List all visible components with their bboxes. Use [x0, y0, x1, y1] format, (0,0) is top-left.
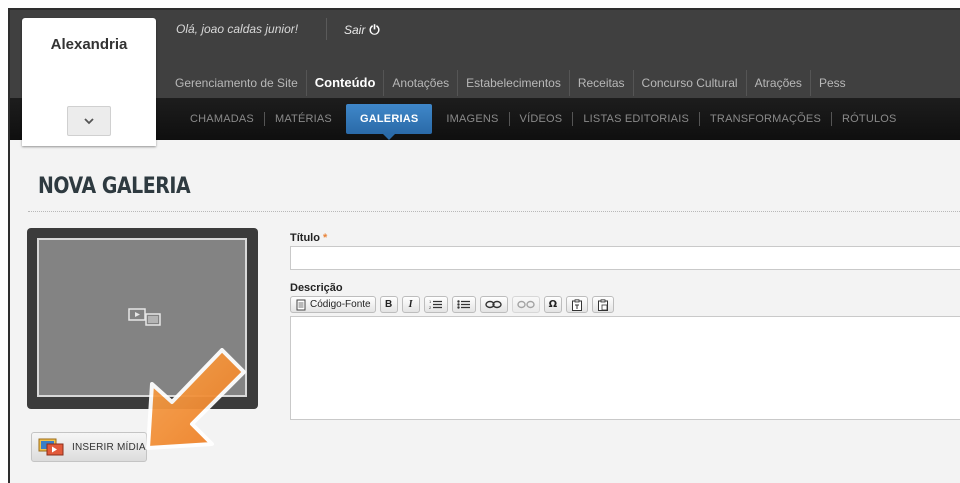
chevron-down-icon[interactable]: [67, 106, 111, 136]
main-nav-item-conteudo[interactable]: Conteúdo: [307, 70, 385, 96]
site-name: Alexandria: [50, 36, 128, 53]
main-nav-item-gerenciamento[interactable]: Gerenciamento de Site: [163, 70, 307, 96]
main-nav-item-concurso-cultural[interactable]: Concurso Cultural: [634, 70, 747, 96]
media-insert-icon: [38, 438, 64, 456]
media-preview[interactable]: [27, 228, 258, 409]
unlink-icon[interactable]: [511, 296, 540, 313]
main-nav-item-pessoas[interactable]: Pess: [811, 70, 854, 96]
sub-nav-item-transformacoes[interactable]: TRANSFORMAÇÕES: [700, 112, 832, 126]
bold-button[interactable]: B: [379, 296, 398, 313]
insert-media-label: INSERIR MÍDIA: [72, 441, 146, 453]
special-char-icon[interactable]: Ω: [543, 296, 563, 313]
title-divider: [28, 211, 960, 212]
bullet-list-icon[interactable]: [451, 296, 476, 313]
required-mark: *: [323, 232, 328, 244]
main-nav-item-receitas[interactable]: Receitas: [570, 70, 634, 96]
italic-button[interactable]: I: [401, 296, 420, 313]
document-icon: [296, 299, 306, 310]
insert-media-button[interactable]: INSERIR MÍDIA: [31, 432, 147, 462]
sub-nav-item-rotulos[interactable]: RÓTULOS: [832, 112, 907, 126]
main-nav-item-anotacoes[interactable]: Anotações: [384, 70, 459, 96]
svg-text:2: 2: [429, 305, 432, 310]
sub-nav-item-imagens[interactable]: IMAGENS: [436, 112, 510, 126]
paste-text-icon[interactable]: [566, 296, 589, 313]
link-icon[interactable]: [479, 296, 508, 313]
editor-toolbar: Código-Fonte B I 12 Ω: [290, 296, 615, 314]
header-divider: [326, 18, 327, 40]
main-nav-item-estabelecimentos[interactable]: Estabelecimentos: [458, 70, 570, 96]
description-editor[interactable]: [290, 316, 960, 420]
power-icon: ⏻: [369, 22, 380, 37]
sub-nav-item-videos[interactable]: VÍDEOS: [510, 112, 574, 126]
ordered-list-icon[interactable]: 12: [423, 296, 448, 313]
sub-nav-item-galerias[interactable]: GALERIAS: [345, 104, 433, 140]
user-greeting: Olá, joao caldas junior!: [176, 22, 299, 36]
sub-nav-item-materias[interactable]: MATÉRIAS: [265, 112, 342, 126]
media-placeholder-icon: [128, 308, 161, 326]
sub-nav-item-chamadas[interactable]: CHAMADAS: [180, 112, 265, 126]
site-selector[interactable]: Alexandria: [22, 18, 156, 146]
title-input[interactable]: [290, 246, 960, 270]
app-frame: Olá, joao caldas junior! Sair ⏻ Gerencia…: [8, 8, 960, 483]
main-nav-item-atracoes[interactable]: Atrações: [747, 70, 811, 96]
main-nav: Gerenciamento de Site Conteúdo Anotações…: [163, 70, 854, 96]
source-code-button[interactable]: Código-Fonte: [290, 296, 376, 313]
page-title: NOVA GALERIA: [38, 174, 191, 199]
svg-text:1: 1: [429, 299, 432, 304]
logout-label: Sair: [344, 23, 366, 37]
paste-word-icon[interactable]: [592, 296, 615, 313]
media-preview-inner: [37, 238, 247, 397]
logout-link[interactable]: Sair ⏻: [344, 22, 380, 38]
description-field-label: Descrição: [290, 282, 343, 294]
sub-nav-item-listas-editoriais[interactable]: LISTAS EDITORIAIS: [573, 112, 701, 126]
title-field-label: Título *: [290, 232, 327, 244]
title-label-text: Título: [290, 232, 320, 244]
source-code-label: Código-Fonte: [310, 299, 371, 310]
